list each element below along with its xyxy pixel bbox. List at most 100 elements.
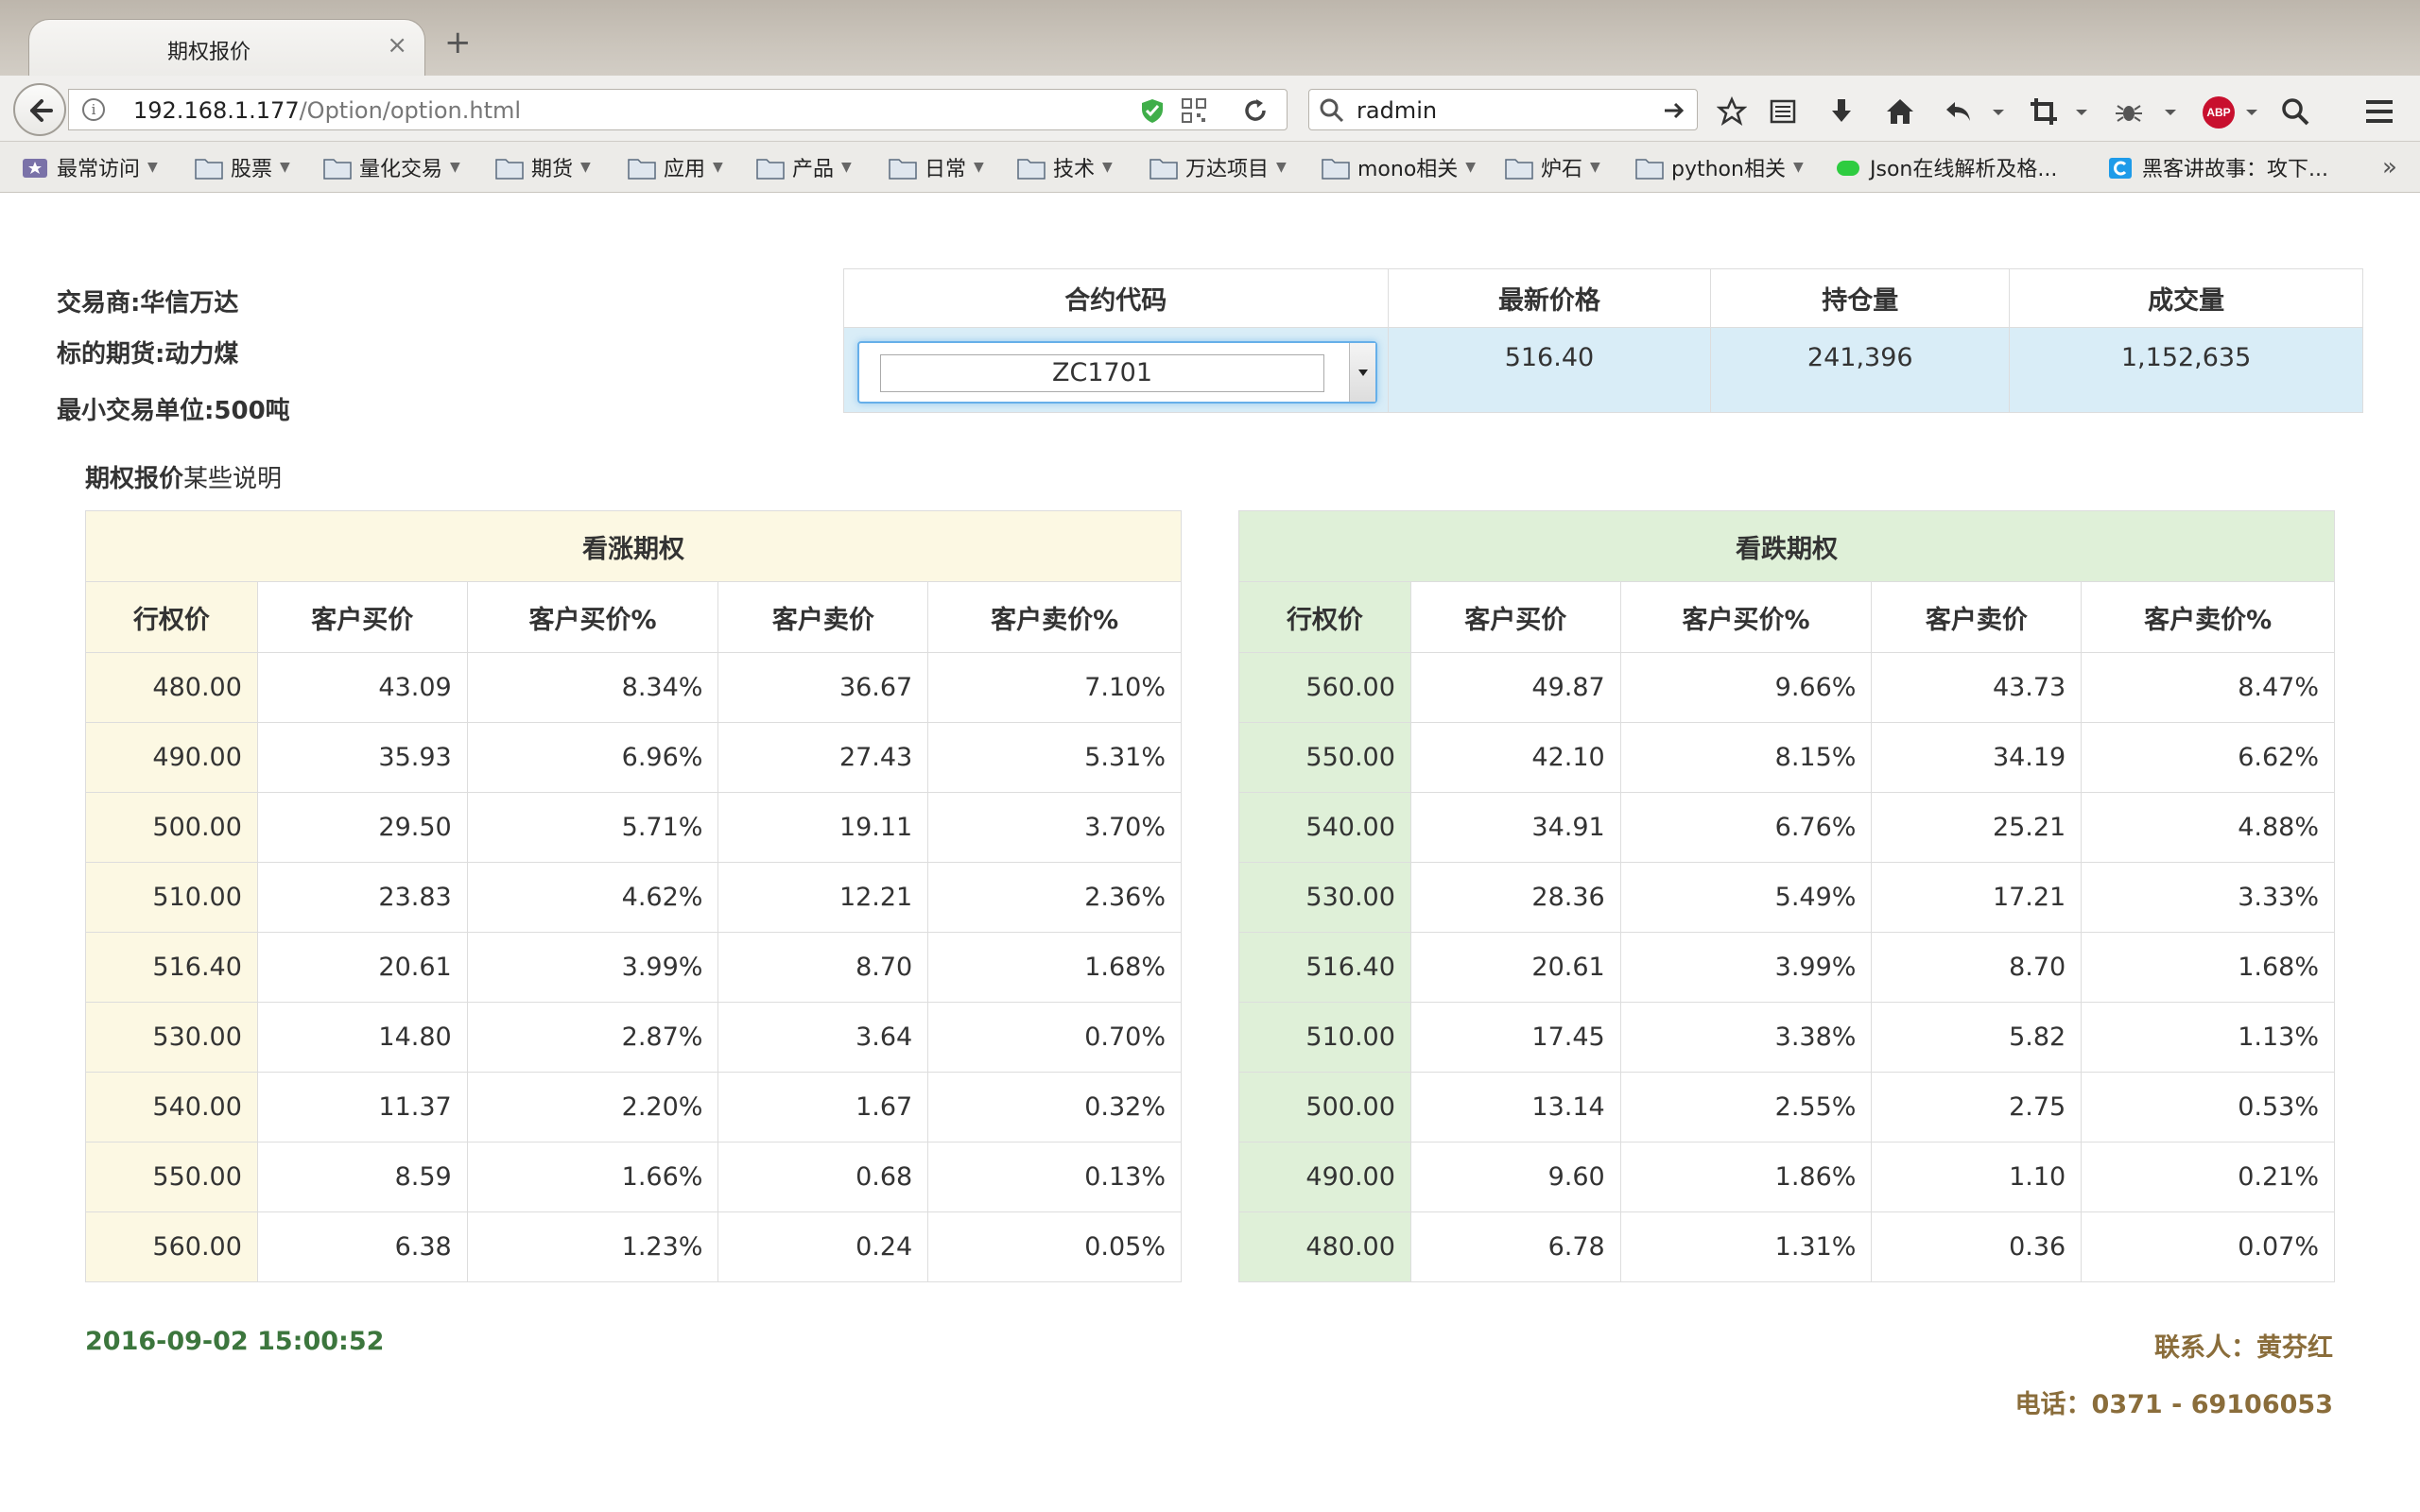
put-client-ask-header: 客户卖价 (1871, 581, 2083, 653)
call-option-row: 500.00 29.50 5.71% 19.11 3.70% (85, 792, 1182, 863)
folder-icon (323, 157, 352, 180)
bookmark-item[interactable]: python相关 ▼ (1635, 153, 1804, 181)
search-bar[interactable]: radmin (1308, 89, 1698, 130)
bug-extension-icon[interactable] (2114, 96, 2144, 127)
put-client-ask-cell: 34.19 (1871, 722, 2083, 793)
home-icon[interactable] (1885, 96, 1915, 127)
call-client-bid-cell: 23.83 (256, 862, 468, 933)
adblock-dropdown-icon[interactable] (2237, 96, 2267, 127)
call-client-ask-pct-cell: 5.31% (927, 722, 1182, 793)
call-client-ask-pct-cell: 1.68% (927, 932, 1182, 1003)
bookmark-item[interactable]: 产品 ▼ (756, 153, 852, 181)
trader-info: 交易商:华信万达 (57, 289, 239, 318)
folder-icon (756, 157, 785, 180)
bookmark-item[interactable]: mono相关 ▼ (1322, 153, 1476, 181)
bookmark-label: 技术 (1053, 158, 1096, 181)
call-client-ask-pct-header: 客户卖价% (927, 581, 1182, 653)
qr-code-icon[interactable] (1181, 97, 1207, 124)
zoom-search-icon[interactable] (2280, 96, 2310, 127)
put-client-bid-cell: 28.36 (1409, 862, 1621, 933)
chevron-down-icon: ▼ (147, 160, 158, 175)
bookmark-item[interactable]: 期货 ▼ (495, 153, 591, 181)
back-button[interactable] (13, 83, 66, 136)
put-client-ask-pct-cell: 0.21% (2081, 1142, 2335, 1212)
bookmark-item[interactable]: 应用 ▼ (628, 153, 723, 181)
call-strike-price-cell: 540.00 (85, 1072, 258, 1143)
bookmark-item[interactable]: 股票 ▼ (195, 153, 290, 181)
bookmark-star-icon[interactable] (1717, 96, 1747, 127)
call-strike-price-cell: 510.00 (85, 862, 258, 933)
folder-icon (1150, 157, 1178, 180)
put-strike-price-cell: 516.40 (1238, 932, 1411, 1003)
contract-select[interactable]: ZC1701 (857, 341, 1377, 404)
bookmark-item[interactable]: 最常访问 ▼ (21, 153, 158, 181)
call-option-row: 530.00 14.80 2.87% 3.64 0.70% (85, 1002, 1182, 1073)
tab-strip: 期权报价 × + (0, 0, 2420, 77)
new-tab-button[interactable]: + (444, 26, 472, 59)
call-client-ask-pct-cell: 0.70% (927, 1002, 1182, 1073)
put-client-bid-cell: 17.45 (1409, 1002, 1621, 1073)
put-client-bid-pct-cell: 3.99% (1619, 932, 1873, 1003)
url-host: 192.168.1.177 (133, 97, 300, 124)
bookmarks-overflow-icon[interactable]: » (2382, 153, 2397, 181)
download-icon[interactable] (1826, 96, 1857, 127)
crop-dropdown-icon[interactable] (2066, 96, 2097, 127)
call-client-bid-pct-cell: 5.71% (466, 792, 719, 863)
call-client-bid-cell: 6.38 (256, 1211, 468, 1282)
put-strike-price-cell: 560.00 (1238, 652, 1411, 723)
put-client-bid-cell: 34.91 (1409, 792, 1621, 863)
tab-title: 期权报价 (166, 41, 251, 64)
put-client-ask-cell: 5.82 (1871, 1002, 2083, 1073)
folder-icon (889, 157, 917, 180)
bookmark-item[interactable]: 万达项目 ▼ (1150, 153, 1287, 181)
adblock-plus-icon[interactable]: ABP (2203, 96, 2235, 129)
call-client-bid-cell: 20.61 (256, 932, 468, 1003)
bookmark-item[interactable]: 量化交易 ▼ (323, 153, 460, 181)
call-client-bid-cell: 35.93 (256, 722, 468, 793)
site-info-icon[interactable]: i (82, 98, 105, 121)
chevron-down-icon[interactable] (1349, 343, 1375, 402)
bookmark-label: 产品 (792, 158, 835, 181)
put-client-bid-pct-cell: 1.31% (1619, 1211, 1873, 1282)
undo-dropdown-icon[interactable] (1983, 96, 2014, 127)
search-input[interactable]: radmin (1357, 97, 1437, 124)
call-strike-price-cell: 516.40 (85, 932, 258, 1003)
call-option-row: 560.00 6.38 1.23% 0.24 0.05% (85, 1211, 1182, 1282)
undo-icon[interactable] (1944, 96, 1974, 127)
shield-icon[interactable] (1139, 97, 1166, 124)
reload-icon[interactable] (1241, 96, 1270, 125)
search-go-icon[interactable] (1661, 97, 1687, 124)
call-client-bid-pct-cell: 2.20% (466, 1072, 719, 1143)
tab-close-icon[interactable]: × (387, 31, 407, 60)
hamburger-menu-icon[interactable] (2363, 96, 2395, 127)
page-content: 交易商:华信万达 标的期货:动力煤 最小交易单位:500吨 合约代码 最新价格 … (0, 193, 2420, 1512)
c-icon (2106, 157, 2135, 179)
chevron-down-icon: ▼ (280, 160, 290, 175)
bookmark-item[interactable]: 日常 ▼ (889, 153, 984, 181)
call-header-row: 行权价 客户买价 客户买价% 客户卖价 客户卖价% (85, 581, 1182, 653)
call-option-row: 550.00 8.59 1.66% 0.68 0.13% (85, 1142, 1182, 1212)
update-timestamp: 2016-09-02 15:00:52 (85, 1327, 385, 1356)
call-client-bid-cell: 8.59 (256, 1142, 468, 1212)
crop-screenshot-icon[interactable] (2029, 96, 2059, 127)
bookmark-label: 量化交易 (359, 158, 443, 181)
last-price-value: 516.40 (1387, 327, 1712, 413)
call-options-title: 看涨期权 (85, 510, 1182, 582)
call-client-ask-cell: 19.11 (717, 792, 929, 863)
extension-dropdown-icon[interactable] (2155, 96, 2186, 127)
call-client-ask-header: 客户卖价 (717, 581, 929, 653)
address-bar[interactable]: i 192.168.1.177/Option/option.html (68, 89, 1288, 130)
reading-list-icon[interactable] (1768, 96, 1798, 127)
bookmark-item[interactable]: 技术 ▼ (1017, 153, 1113, 181)
bookmark-item[interactable]: 炉石 ▼ (1505, 153, 1600, 181)
tab-option-quote[interactable]: 期权报价 × (28, 19, 425, 77)
bookmark-item[interactable]: Json在线解析及格... (1834, 153, 2057, 181)
json-icon (1834, 157, 1862, 178)
folder-icon (1017, 157, 1046, 180)
url-text[interactable]: 192.168.1.177/Option/option.html (133, 97, 521, 124)
call-option-row: 516.40 20.61 3.99% 8.70 1.68% (85, 932, 1182, 1003)
call-strike-price-cell: 480.00 (85, 652, 258, 723)
put-client-ask-pct-cell: 3.33% (2081, 862, 2335, 933)
bookmark-item[interactable]: 黑客讲故事：攻下... (2106, 153, 2328, 181)
chevron-down-icon: ▼ (450, 160, 460, 175)
